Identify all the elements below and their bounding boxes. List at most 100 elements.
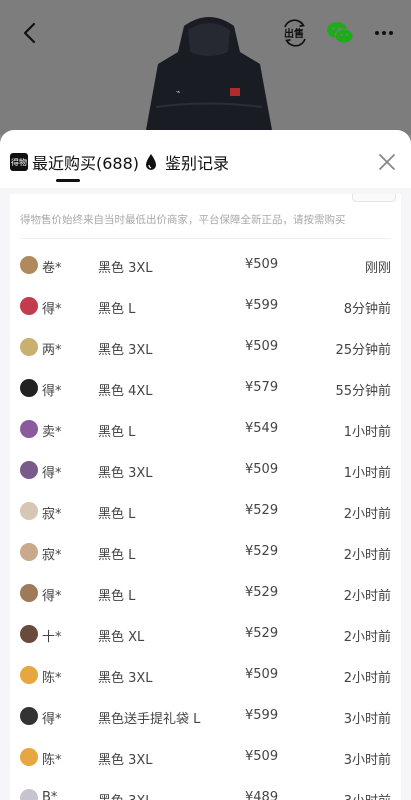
close-icon (379, 154, 395, 170)
list-item[interactable]: 卖* 黑色 L ¥549 1小时前 (10, 409, 401, 450)
item-spec: 黑色 L (98, 548, 136, 563)
purchase-time: 2小时前 (343, 671, 391, 686)
user-name: 得* (42, 589, 62, 604)
item-spec: 黑色送手提礼袋 L (98, 712, 201, 727)
tab-authentication-records[interactable]: 鉴别记录 (143, 150, 229, 174)
list-item[interactable]: 得* 黑色 L ¥529 2小时前 (10, 573, 401, 614)
item-price: ¥529 (245, 503, 279, 518)
item-spec: 黑色 L (98, 302, 136, 317)
user-name: 寂* (42, 507, 62, 522)
purchase-time: 2小时前 (343, 589, 391, 604)
user-name: 十* (42, 630, 62, 645)
item-price: ¥529 (245, 544, 279, 559)
sell-button[interactable]: 出售 (280, 18, 310, 48)
list-item[interactable]: 陈* 黑色 3XL ¥509 2小时前 (10, 655, 401, 696)
item-spec: 黑色 3XL (98, 790, 153, 800)
item-price: ¥509 (245, 462, 279, 477)
drop-icon (146, 154, 156, 170)
item-spec: 黑色 L (98, 507, 136, 522)
tab-label: 鉴别记录 (165, 154, 230, 173)
list-item[interactable]: 陈* 黑色 3XL ¥509 3小时前 (10, 737, 401, 778)
user-name: 卖* (42, 425, 62, 440)
purchase-time: 1小时前 (343, 466, 391, 481)
item-spec: 黑色 3XL (98, 466, 153, 481)
purchase-time: 1小时前 (343, 425, 391, 440)
more-icon (375, 31, 393, 35)
sell-label: 出售 (284, 27, 304, 40)
avatar (20, 584, 38, 602)
item-price: ¥489 (245, 790, 279, 800)
back-button[interactable] (14, 18, 44, 48)
tab-bar: 得物 最近购买(688) 鉴别记录 (0, 130, 411, 188)
scroll-handle (352, 194, 396, 202)
purchase-time: 2小时前 (343, 630, 391, 645)
tab-recent-purchases[interactable]: 得物 最近购买(688) (10, 150, 139, 174)
purchase-list-area[interactable]: 得物售价始终来自当时最低出价商家，平台保障全新正品，请按需购买 卷* 黑色 3XL… (0, 188, 411, 800)
avatar (20, 502, 38, 520)
avatar (20, 297, 38, 315)
item-spec: 黑色 L (98, 425, 136, 440)
item-price: ¥529 (245, 585, 279, 600)
avatar (20, 707, 38, 725)
item-spec: 黑色 3XL (98, 261, 153, 276)
purchase-time: 2小时前 (343, 548, 391, 563)
item-price: ¥579 (245, 380, 279, 395)
avatar (20, 379, 38, 397)
user-name: B* (42, 790, 58, 800)
list-item[interactable]: 十* 黑色 XL ¥529 2小时前 (10, 614, 401, 655)
purchase-time: 8分钟前 (343, 302, 391, 317)
close-button[interactable] (375, 150, 399, 174)
item-price: ¥529 (245, 626, 279, 641)
list-item[interactable]: 卷* 黑色 3XL ¥509 刚刚 (10, 245, 401, 286)
item-price: ¥509 (245, 667, 279, 682)
purchase-time: 刚刚 (364, 261, 391, 276)
purchase-sheet: 得物 最近购买(688) 鉴别记录 得物售价始终来自当时最低出价商家，平台保障全… (0, 130, 411, 800)
product-image: ⌁ (145, 17, 273, 135)
list-item[interactable]: 两* 黑色 3XL ¥509 25分钟前 (10, 327, 401, 368)
list-item[interactable]: 得* 黑色 3XL ¥509 1小时前 (10, 450, 401, 491)
list-item[interactable]: 寂* 黑色 L ¥529 2小时前 (10, 491, 401, 532)
svg-text:⌁: ⌁ (176, 88, 180, 96)
purchase-time: 55分钟前 (335, 384, 391, 399)
item-price: ¥509 (245, 257, 279, 272)
item-price: ¥599 (245, 708, 279, 723)
divider (20, 238, 391, 239)
user-name: 得* (42, 384, 62, 399)
wechat-share-button[interactable] (325, 18, 355, 48)
purchase-time: 3小时前 (343, 712, 391, 727)
avatar (20, 461, 38, 479)
avatar (20, 666, 38, 684)
purchase-time: 25分钟前 (335, 343, 391, 358)
purchase-time: 3小时前 (344, 790, 391, 800)
list-item[interactable]: 寂* 黑色 L ¥529 2小时前 (10, 532, 401, 573)
list-item[interactable]: 得* 黑色 L ¥599 8分钟前 (10, 286, 401, 327)
sell-icon: 出售 (284, 19, 306, 47)
avatar (20, 543, 38, 561)
item-spec: 黑色 3XL (98, 343, 153, 358)
avatar (20, 338, 38, 356)
active-tab-indicator (56, 179, 80, 182)
price-notice: 得物售价始终来自当时最低出价商家，平台保障全新正品，请按需购买 (20, 214, 346, 226)
user-name: 得* (42, 712, 62, 727)
wechat-icon (327, 22, 354, 44)
user-name: 陈* (42, 671, 62, 686)
more-button[interactable] (370, 18, 398, 48)
avatar (20, 420, 38, 438)
tab-label: 最近购买(688) (32, 154, 140, 173)
item-spec: 黑色 3XL (98, 671, 153, 686)
purchase-time: 3小时前 (343, 753, 391, 768)
item-spec: 黑色 4XL (98, 384, 153, 399)
user-name: 陈* (42, 753, 62, 768)
list-item[interactable]: 得* 黑色 4XL ¥579 55分钟前 (10, 368, 401, 409)
item-price: ¥509 (245, 749, 279, 764)
product-header: ⌁ 出售 (0, 0, 411, 135)
avatar (20, 748, 38, 766)
user-name: 得* (42, 466, 62, 481)
item-spec: 黑色 L (98, 589, 136, 604)
list-item[interactable]: 得* 黑色送手提礼袋 L ¥599 3小时前 (10, 696, 401, 737)
user-name: 寂* (42, 548, 62, 563)
chevron-left-icon (23, 22, 36, 44)
list-item[interactable]: B* 黑色 3XL ¥489 3小时前 (10, 778, 401, 800)
brand-icon: 得物 (10, 153, 28, 171)
user-name: 得* (42, 302, 62, 317)
